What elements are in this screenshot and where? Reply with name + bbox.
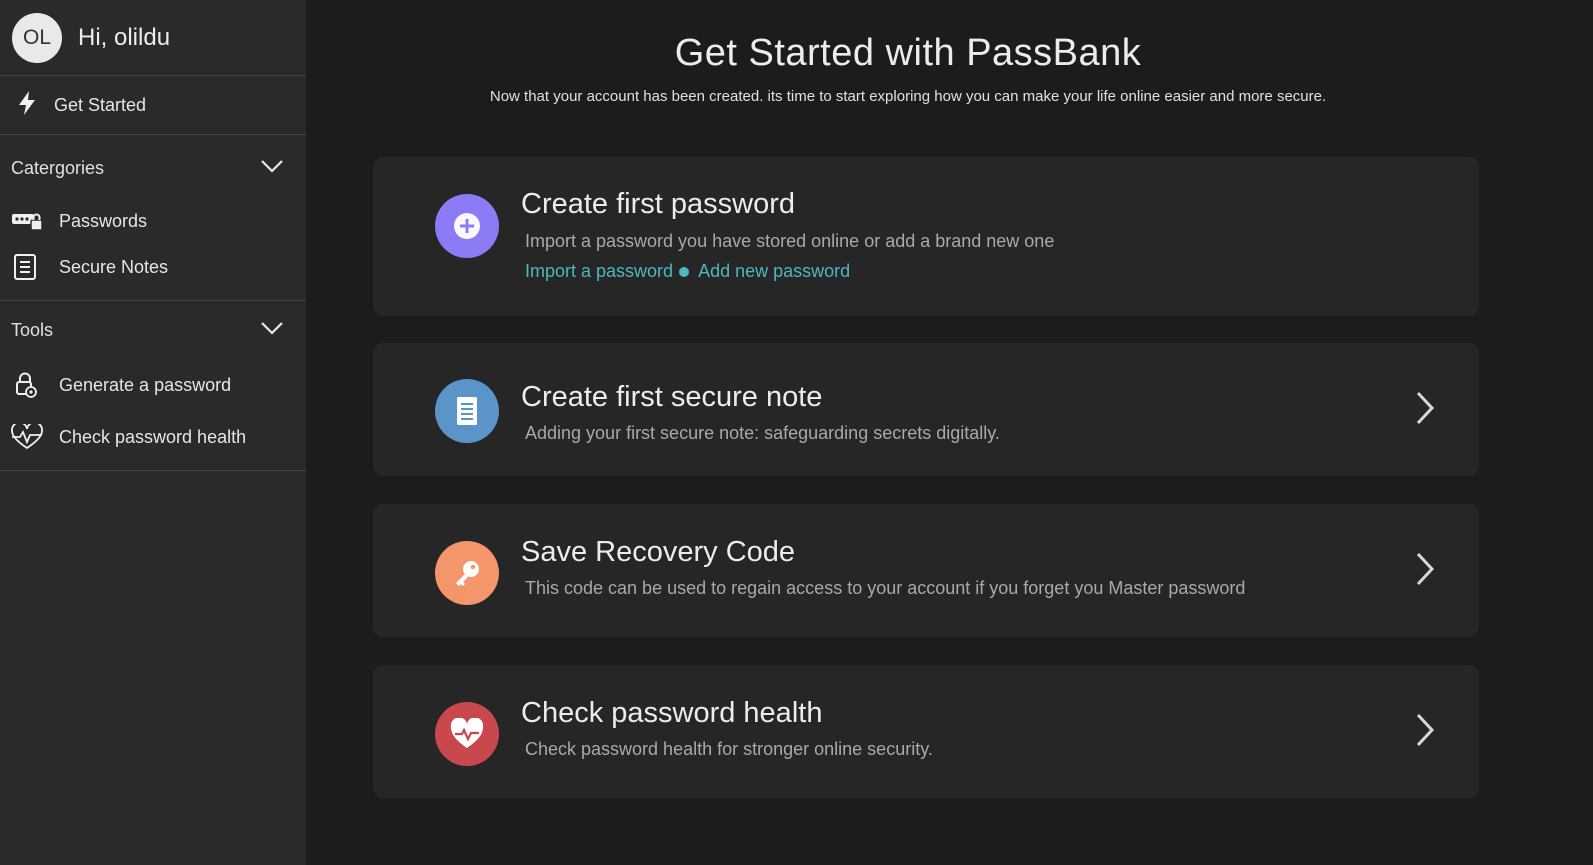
card-title: Create first password — [521, 188, 795, 220]
card-description: Adding your first secure note: safeguard… — [525, 423, 1000, 443]
note-icon — [11, 253, 43, 281]
card-create-first-password: Create first password Import a password … — [373, 157, 1479, 316]
sidebar-item-generate-password[interactable]: Generate a password — [0, 359, 306, 411]
card-title: Save Recovery Code — [521, 536, 796, 568]
chevron-right-icon — [1416, 552, 1435, 586]
page-title: Get Started with PassBank — [674, 32, 1142, 74]
sidebar-item-get-started[interactable]: Get Started — [0, 76, 306, 135]
sidebar-item-label: Secure Notes — [59, 256, 169, 277]
avatar[interactable]: OL — [12, 12, 62, 63]
categories-section-toggle[interactable]: Catergories — [0, 135, 306, 201]
import-password-link[interactable]: Import a password — [525, 261, 673, 282]
heartbeat-icon — [11, 424, 43, 450]
note-icon — [435, 379, 499, 443]
separator-dot — [679, 266, 690, 277]
card-check-password-health[interactable]: Check password health Check password hea… — [373, 665, 1479, 798]
card-description: Check password health for stronger onlin… — [525, 739, 933, 759]
sidebar-item-label: Generate a password — [59, 374, 232, 395]
sidebar-item-check-password-health[interactable]: Check password health — [0, 411, 306, 463]
generate-lock-icon — [11, 371, 43, 399]
card-description: Import a password you have stored online… — [525, 231, 1055, 251]
sidebar-item-label: Passwords — [59, 210, 148, 231]
chevron-down-icon — [260, 159, 284, 178]
tools-heading: Tools — [11, 319, 54, 340]
user-header: OL Hi, olildu — [0, 0, 306, 76]
card-save-recovery-code[interactable]: Save Recovery Code This code can be used… — [373, 504, 1479, 637]
card-title: Check password health — [521, 697, 823, 729]
greeting: Hi, olildu — [78, 23, 171, 51]
sidebar: OL Hi, olildu Get Started Catergories Pa… — [0, 0, 306, 865]
sidebar-item-label: Check password health — [59, 426, 247, 447]
sidebar-item-secure-notes[interactable]: Secure Notes — [0, 241, 306, 293]
sidebar-item-passwords[interactable]: Passwords — [0, 201, 306, 241]
add-new-password-link[interactable]: Add new password — [698, 261, 850, 282]
chevron-right-icon — [1416, 391, 1435, 425]
plus-icon — [435, 194, 499, 258]
chevron-right-icon — [1416, 713, 1435, 747]
card-links: Import a password Add new password — [525, 261, 850, 282]
page-subtitle: Now that your account has been created. … — [489, 88, 1327, 105]
divider — [0, 470, 306, 471]
tools-section-toggle[interactable]: Tools — [0, 301, 306, 359]
password-key-icon — [11, 210, 43, 232]
card-title: Create first secure note — [521, 381, 823, 413]
key-icon — [435, 541, 499, 605]
main-content: Get Started with PassBank Now that your … — [306, 0, 1593, 865]
card-description: This code can be used to regain access t… — [525, 578, 1246, 598]
sidebar-item-label: Get Started — [54, 94, 147, 115]
lightning-icon — [16, 90, 38, 121]
heart-pulse-icon — [435, 702, 499, 766]
card-create-first-secure-note[interactable]: Create first secure note Adding your fir… — [373, 343, 1479, 476]
categories-heading: Catergories — [11, 157, 105, 178]
chevron-down-icon — [260, 321, 284, 340]
